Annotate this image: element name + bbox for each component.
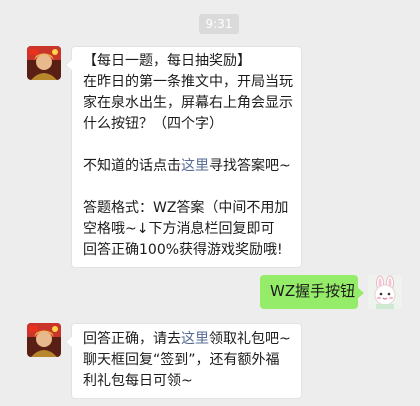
message-text-line: 【每日一题，每日抽奖励】 — [83, 53, 251, 69]
message-timestamp: 9:31 — [199, 14, 239, 34]
message-text-line: 答题格式：WZ答案（中间不用加 — [83, 200, 289, 216]
message-text: 回答正确，请去 — [83, 331, 181, 347]
message-text-line: 聊天框回复“签到”，还有额外福 — [83, 352, 280, 368]
message-text-line: 不知道的话点击这里寻找答案吧~ — [83, 156, 291, 177]
incoming-message-bubble: 回答正确，请去这里领取礼包吧~ 聊天框回复“签到”，还有额外福 利礼包每日可领~ — [65, 323, 302, 399]
message-text-line: 在昨日的第一条推文中，开局当玩 — [83, 74, 293, 90]
message-text-line: 利礼包每日可领~ — [83, 373, 193, 389]
answer-hint-link[interactable]: 这里 — [181, 158, 209, 174]
message-text: WZ握手按钮 — [270, 282, 356, 300]
hero-avatar-icon[interactable] — [27, 46, 61, 80]
hero-avatar-icon[interactable] — [27, 323, 61, 357]
incoming-message-bubble: 【每日一题，每日抽奖励】 在昨日的第一条推文中，开局当玩 家在泉水出生，屏幕右上… — [65, 46, 302, 268]
outgoing-message-bubble: WZ握手按钮 — [260, 275, 364, 309]
bunny-avatar-icon[interactable] — [368, 275, 402, 309]
message-text-line: 回答正确100%获得游戏奖励哦! — [83, 242, 283, 258]
message-text-line: 空格哦~↓下方消息栏回复即可 — [83, 221, 275, 237]
message-text-line: 家在泉水出生，屏幕右上角会显示 — [83, 95, 293, 111]
message-text: 寻找答案吧~ — [209, 158, 291, 174]
message-text-line: 什么按钮？（四个字） — [83, 116, 223, 132]
message-text: 不知道的话点击 — [83, 158, 181, 174]
message-text-line: 回答正确，请去这里领取礼包吧~ — [83, 329, 291, 350]
message-text: 领取礼包吧~ — [209, 331, 291, 347]
gift-pack-link[interactable]: 这里 — [181, 331, 209, 347]
